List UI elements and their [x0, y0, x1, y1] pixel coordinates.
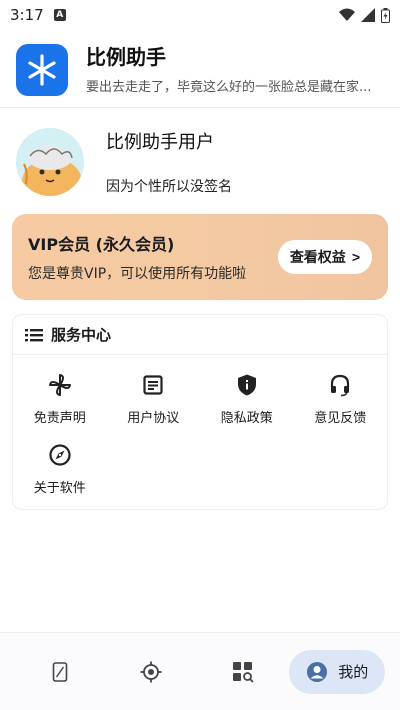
- privacy-policy-label: 隐私政策: [220, 411, 273, 426]
- vip-description: 您是尊贵VIP，可以使用所有功能啦: [28, 266, 247, 282]
- wifi-icon: [339, 8, 355, 21]
- list-icon: [25, 328, 43, 341]
- status-bar: 3:17 A: [0, 0, 400, 30]
- pinwheel-icon: [48, 374, 71, 396]
- nav-apps-tab[interactable]: [198, 650, 288, 694]
- view-benefits-button[interactable]: 查看权益 >: [277, 240, 372, 274]
- compass-icon: [49, 444, 71, 466]
- battery-icon: [381, 7, 390, 23]
- feedback-button[interactable]: 意见反馈: [294, 369, 388, 439]
- cat-avatar-icon: [16, 128, 84, 196]
- service-center-header: 服务中心: [13, 315, 387, 355]
- document-icon: [143, 375, 163, 395]
- nav-phone-tab[interactable]: [15, 650, 105, 694]
- profile-section[interactable]: 比例助手用户 因为个性所以没签名: [0, 108, 400, 208]
- app-header: 比例助手 要出去走走了，毕竟这么好的一张脸总是藏在家...: [0, 30, 400, 108]
- bottom-navigation: 我的: [0, 632, 400, 710]
- disclaimer-label: 免责声明: [33, 411, 86, 426]
- username: 比例助手用户: [106, 132, 214, 153]
- signature: 因为个性所以没签名: [106, 179, 232, 195]
- signal-icon: [361, 8, 375, 22]
- app-title: 比例助手: [86, 45, 166, 69]
- phone-ratio-icon: [52, 661, 68, 682]
- service-center-title: 服务中心: [51, 326, 112, 344]
- nav-mine-tab[interactable]: 我的: [289, 649, 386, 694]
- feedback-label: 意见反馈: [314, 411, 367, 426]
- asterisk-logo-icon: [28, 53, 56, 86]
- chevron-right-icon: >: [351, 249, 360, 265]
- vip-card[interactable]: VIP会员 (永久会员) 您是尊贵VIP，可以使用所有功能啦 查看权益 >: [12, 214, 388, 300]
- crosshair-icon: [140, 661, 162, 682]
- user-circle-icon: [307, 661, 328, 682]
- app-logo: [16, 43, 68, 96]
- view-benefits-label: 查看权益: [289, 249, 346, 265]
- avatar[interactable]: [16, 128, 84, 196]
- user-agreement-label: 用户协议: [127, 411, 180, 426]
- privacy-policy-button[interactable]: 隐私政策: [200, 369, 294, 439]
- service-center-card: 服务中心 免责声明 用户协议 隐私政策 意见反馈 关于软件: [12, 314, 388, 510]
- privacy-shield-icon: [237, 374, 256, 396]
- service-grid: 免责声明 用户协议 隐私政策 意见反馈 关于软件: [13, 355, 387, 509]
- about-software-button[interactable]: 关于软件: [13, 439, 107, 509]
- disclaimer-button[interactable]: 免责声明: [13, 369, 107, 439]
- headset-icon: [331, 374, 350, 397]
- about-software-label: 关于软件: [33, 481, 86, 496]
- user-agreement-button[interactable]: 用户协议: [107, 369, 201, 439]
- status-time: 3:17: [10, 6, 44, 24]
- app-subtitle: 要出去走走了，毕竟这么好的一张脸总是藏在家...: [86, 80, 372, 95]
- vip-title: VIP会员 (永久会员): [28, 235, 175, 254]
- nav-mine-label: 我的: [338, 663, 369, 681]
- notification-icon: A: [53, 9, 66, 21]
- grid-search-icon: [232, 661, 254, 683]
- nav-locate-tab[interactable]: [106, 650, 196, 694]
